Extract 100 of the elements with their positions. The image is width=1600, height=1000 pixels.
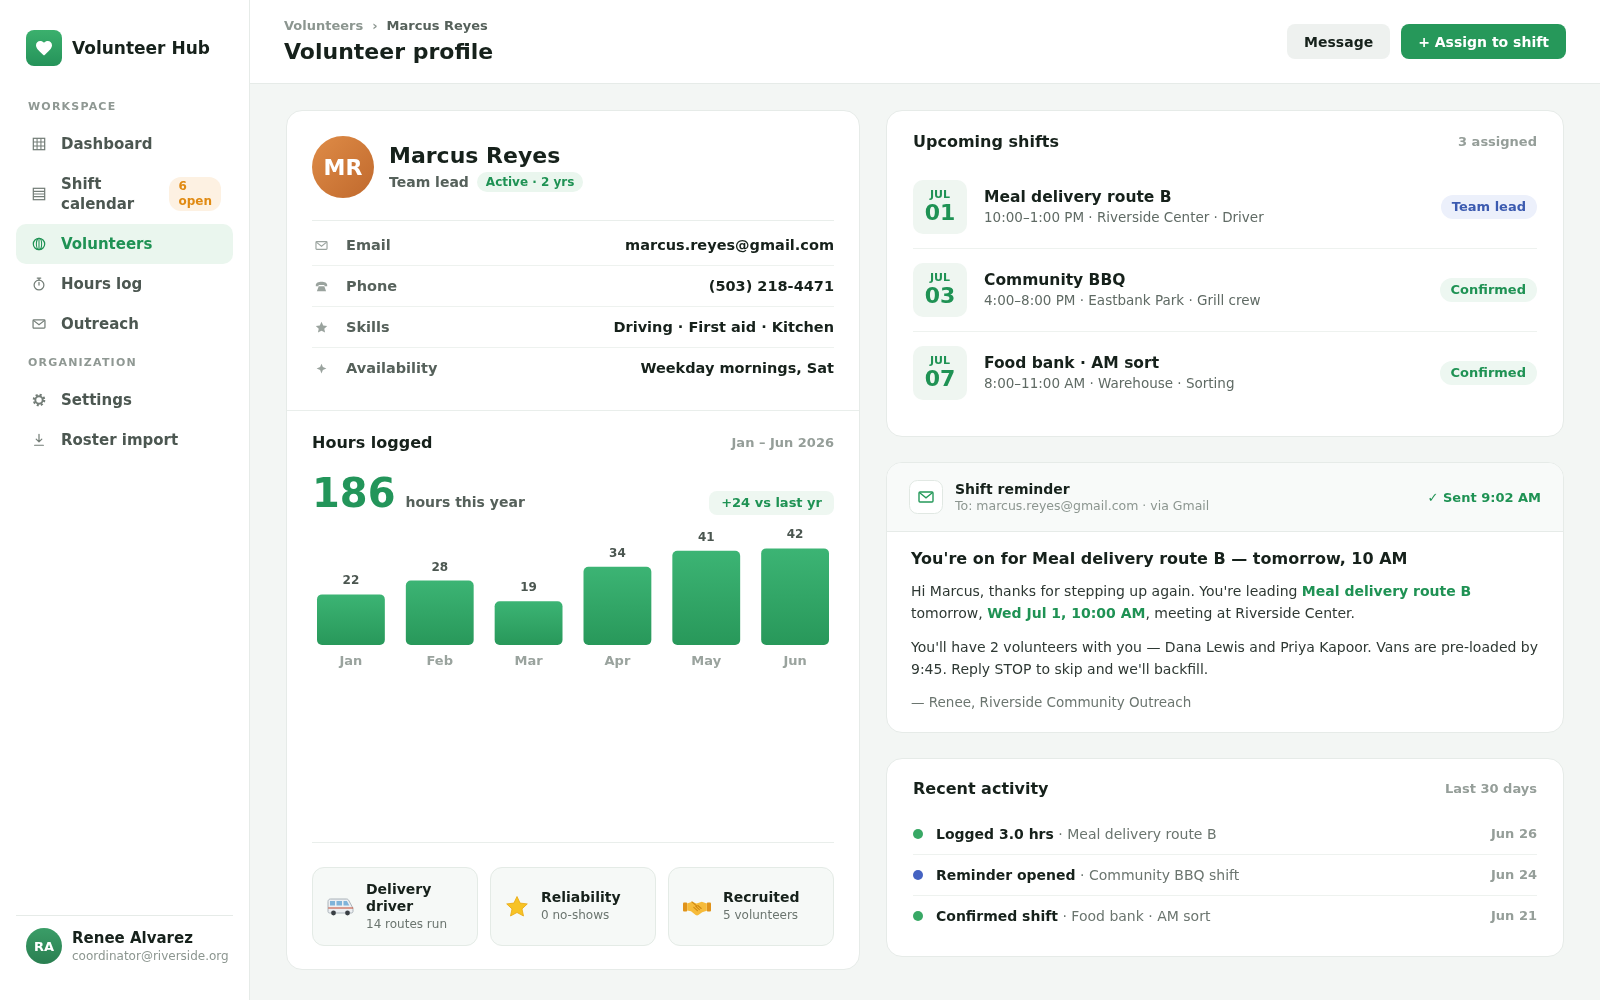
mail-icon [909, 480, 943, 514]
settings-icon [32, 393, 46, 407]
download-icon [32, 433, 46, 447]
date-month: JUL [929, 355, 950, 367]
shift-details: 10:00–1:00 PM · Riverside Center · Driver [984, 208, 1264, 227]
detail-value: marcus.reyes@gmail.com [625, 236, 834, 255]
achievement-subtitle: 14 routes run [366, 915, 448, 933]
achievement-title: Delivery driver [366, 880, 433, 915]
activity-text: Confirmed shift · Food bank · AM sort [936, 907, 1211, 926]
bar-value-label: 41 [697, 529, 715, 544]
detail-label: Availability [346, 359, 438, 378]
activity-date: Jun 26 [1491, 825, 1537, 843]
section-title: Hours logged [312, 433, 433, 453]
breadcrumb-current: Marcus Reyes [386, 16, 488, 35]
grid-icon [32, 137, 46, 151]
month-label: Apr [604, 653, 631, 668]
user-name: Renee Alvarez [72, 928, 194, 948]
hours-total: 186 [312, 471, 396, 515]
section-title: Upcoming shifts [913, 132, 1060, 152]
month-label: Jun [783, 653, 807, 668]
detail-value: (503) 218-4471 [708, 277, 834, 296]
nav-item[interactable]: Hours log [16, 264, 233, 304]
detail-value: Weekday mornings, Sat [640, 359, 834, 378]
month-label: Feb [426, 653, 453, 668]
nav-item[interactable]: Settings [16, 380, 233, 420]
shift-details: 4:00–8:00 PM · Eastbank Park · Grill crew [984, 291, 1261, 310]
shift-title: Food bank · AM sort [984, 353, 1161, 373]
detail-label: Phone [346, 277, 398, 296]
achievement-title: Recruited [723, 889, 800, 906]
email-signature: — Renee, Riverside Community Outreach [911, 693, 1193, 712]
nav-item[interactable]: Volunteers [16, 224, 233, 264]
star-icon [505, 895, 529, 918]
profile-role: Team lead [389, 174, 469, 190]
bar [494, 601, 563, 645]
assign-button[interactable]: + Assign to shift [1401, 24, 1566, 59]
shift-details: 8:00–11:00 AM · Warehouse · Sorting [984, 374, 1235, 393]
bar-value-label: 22 [342, 573, 360, 588]
achievement-title: Reliability [541, 889, 621, 906]
detail-label: Skills [346, 318, 390, 337]
breadcrumb-separator: › [372, 16, 378, 35]
detail-value: Driving · First aid · Kitchen [613, 318, 834, 337]
bar-value-label: 28 [431, 559, 449, 574]
email-paragraph: Hi Marcus, thanks for stepping up again. You're leading Meal delivery route B tomorrow, Wed Jul 1, 10:00 AM, meeting at Riverside Center. [911, 582, 1473, 623]
status-pill: Active · 2 yrs [476, 172, 584, 192]
stopwatch-icon [32, 277, 46, 291]
date-day: 01 [924, 201, 956, 225]
activity-date: Jun 24 [1491, 866, 1537, 884]
date-range: Jan – Jun 2026 [731, 434, 834, 452]
nav-item[interactable]: Outreach [16, 304, 233, 344]
bar-value-label: 19 [520, 580, 537, 595]
detail-label: Email [346, 236, 391, 255]
globe-icon [32, 237, 46, 251]
message-button[interactable]: Message [1287, 24, 1391, 59]
date-range: Last 30 days [1444, 780, 1537, 798]
sparkle-icon [315, 361, 328, 375]
page-title: Volunteer profile [284, 37, 494, 66]
phone-icon [315, 279, 328, 293]
month-label: May [691, 653, 722, 668]
month-label: Jan [339, 653, 363, 668]
nav-section-label: WORKSPACE [28, 100, 117, 114]
shift-tag: Confirmed [1439, 278, 1537, 302]
bar [405, 580, 474, 645]
mail-icon [315, 238, 328, 252]
shift-tag: Team lead [1440, 195, 1537, 219]
count-badge: 6 open [169, 177, 221, 211]
month-label: Mar [514, 653, 543, 668]
sent-status: ✓ Sent 9:02 AM [1427, 489, 1541, 505]
app-name: Volunteer Hub [72, 37, 210, 59]
shift-title: Community BBQ [984, 270, 1127, 290]
email-paragraph: You'll have 2 volunteers with you — Dana Lewis and Priya Kapoor. Vans are pre-loaded by 9:45. Reply STOP to skip and we'll backfill. [911, 638, 1539, 679]
bar-value-label: 34 [609, 545, 626, 560]
profile-avatar: MR [312, 136, 374, 198]
mail-icon [32, 317, 46, 331]
nav-item[interactable]: Shift calendar 6 open [16, 164, 233, 224]
shift-title: Meal delivery route B [984, 187, 1173, 207]
date-day: 03 [924, 284, 956, 308]
delta-pill: +24 vs last yr [709, 491, 834, 515]
achievement-subtitle: 0 no-shows [541, 907, 611, 924]
star-icon [315, 320, 328, 334]
date-month: JUL [929, 189, 950, 201]
shift-count: 3 assigned [1458, 133, 1537, 151]
email-recipient: To: marcus.reyes@gmail.com · via Gmail [955, 498, 1210, 514]
activity-text: Reminder opened · Community BBQ shift [936, 866, 1240, 885]
achievement-subtitle: 5 volunteers [723, 907, 800, 924]
activity-date: Jun 21 [1491, 907, 1537, 925]
section-title: Recent activity [913, 779, 1049, 799]
hours-total-label: hours this year [405, 494, 525, 510]
shift-tag: Confirmed [1439, 361, 1537, 385]
bar-value-label: 42 [786, 527, 804, 542]
user-email: coordinator@riverside.org [72, 948, 229, 964]
nav-item[interactable]: Dashboard [16, 124, 233, 164]
email-title: Shift reminder [955, 480, 1071, 498]
van-icon [327, 897, 354, 916]
date-day: 07 [924, 367, 956, 391]
bar [317, 594, 385, 645]
profile-name: Marcus Reyes [389, 142, 562, 170]
list-icon [32, 187, 46, 201]
user-avatar: RA [26, 928, 62, 964]
date-month: JUL [929, 272, 950, 284]
nav-item[interactable]: Roster import [16, 420, 233, 460]
